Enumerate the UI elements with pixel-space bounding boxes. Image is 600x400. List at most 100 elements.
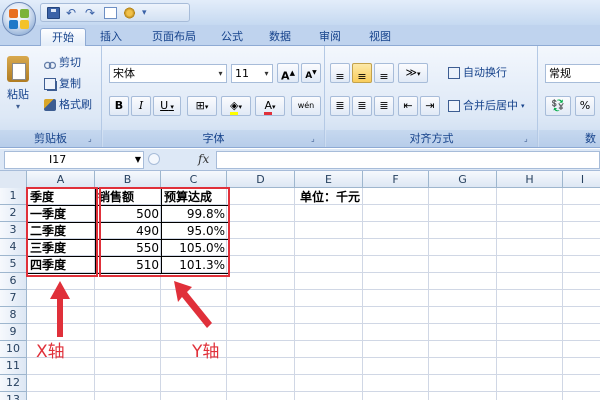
chevron-down-icon: ▾ [272, 103, 276, 111]
row-header-13[interactable]: 13 [0, 392, 27, 400]
cell-sales[interactable]: 550 [96, 240, 161, 256]
save-icon[interactable] [47, 6, 60, 19]
align-bottom-button[interactable]: ≡ [374, 63, 394, 83]
align-middle-button[interactable]: ≡ [352, 63, 372, 83]
tab-insert[interactable]: 插入 [93, 28, 129, 46]
column-header-e[interactable]: E [295, 171, 363, 188]
row-header-10[interactable]: 10 [0, 341, 27, 358]
shrink-font-button[interactable]: A▼ [301, 63, 321, 83]
grow-font-button[interactable]: A▲ [277, 63, 299, 83]
number-format-select[interactable]: 常规 [545, 64, 600, 83]
borders-button[interactable]: ⊞▾ [187, 96, 217, 116]
decrease-indent-button[interactable]: ⇤ [398, 96, 418, 116]
phonetic-guide-button[interactable]: wén [291, 96, 321, 116]
insert-function-button[interactable]: fx [198, 152, 209, 166]
dialog-launcher-icon[interactable]: ⌟ [311, 134, 321, 144]
row-header-2[interactable]: 2 [0, 205, 27, 222]
merge-center-button[interactable]: 合并后居中 ▾ [448, 98, 525, 114]
row-header-8[interactable]: 8 [0, 307, 27, 324]
copy-button[interactable]: 复制 [44, 76, 81, 92]
italic-button[interactable]: I [131, 96, 151, 116]
unit-note-cell[interactable]: 单位：千元 [298, 189, 388, 205]
customize-icon[interactable] [123, 6, 136, 19]
increase-indent-button[interactable]: ⇥ [420, 96, 440, 116]
grid-line [562, 188, 563, 400]
column-header-b[interactable]: B [95, 171, 161, 188]
cell-season[interactable]: 四季度 [28, 257, 95, 273]
cell-budget[interactable]: 99.8% [162, 206, 227, 222]
fill-color-button[interactable]: ◈▾ [221, 96, 251, 116]
dialog-launcher-icon[interactable]: ⌟ [524, 134, 534, 144]
new-document-icon[interactable] [104, 6, 117, 19]
name-box[interactable]: I17 ▼ [4, 151, 144, 169]
font-group-label: 字体 [103, 130, 324, 147]
font-color-button[interactable]: A▾ [255, 96, 285, 116]
row-header-6[interactable]: 6 [0, 273, 27, 290]
header-cell-budget[interactable]: 预算达成 [162, 189, 227, 205]
cell-season[interactable]: 三季度 [28, 240, 95, 256]
column-header-g[interactable]: G [429, 171, 497, 188]
border-grid-icon: ⊞ [195, 99, 205, 112]
font-color-label: A [264, 99, 272, 115]
row-header-12[interactable]: 12 [0, 375, 27, 392]
tab-review[interactable]: 审阅 [312, 28, 348, 46]
cancel-circle-icon[interactable] [148, 153, 160, 165]
align-right-icon: ≣ [379, 99, 389, 112]
align-right-button[interactable]: ≣ [374, 96, 394, 116]
wrap-text-button[interactable]: 自动换行 [448, 65, 507, 81]
formula-input[interactable] [216, 151, 600, 169]
percent-style-button[interactable]: % [575, 96, 595, 116]
row-header-1[interactable]: 1 [0, 188, 27, 205]
tab-view[interactable]: 视图 [362, 28, 398, 46]
cut-button[interactable]: 剪切 [44, 55, 81, 71]
worksheet-grid[interactable]: ABCDEFGHI 1 2 3 4 5 6 7 8 9 10 11 12 13 季度 销售额 预算达成 … [0, 171, 600, 400]
row-header-9[interactable]: 9 [0, 324, 27, 341]
format-painter-button[interactable]: 格式刷 [44, 97, 92, 113]
align-top-button[interactable]: ≡ [330, 63, 350, 83]
column-header-a[interactable]: A [27, 171, 95, 188]
font-name-select[interactable]: 宋体 ▾ [109, 64, 227, 83]
redo-icon[interactable]: ↷ [85, 7, 98, 19]
align-center-button[interactable]: ≣ [352, 96, 372, 116]
number-group: 常规 💱 % 数 [539, 46, 600, 147]
paste-button[interactable]: 粘贴 ▾ [4, 56, 32, 122]
tab-data[interactable]: 数据 [262, 28, 298, 46]
row-header-7[interactable]: 7 [0, 290, 27, 307]
tab-formulas[interactable]: 公式 [214, 28, 250, 46]
row-header-5[interactable]: 5 [0, 256, 27, 273]
align-left-button[interactable]: ≣ [330, 96, 350, 116]
font-size-select[interactable]: 11 ▾ [231, 64, 273, 83]
scissors-icon [44, 57, 56, 69]
row-header-3[interactable]: 3 [0, 222, 27, 239]
orientation-button[interactable]: ≫▾ [398, 63, 428, 83]
cell-sales[interactable]: 500 [96, 206, 161, 222]
tab-home[interactable]: 开始 [40, 28, 86, 47]
column-header-i[interactable]: I [563, 171, 600, 188]
select-all-corner[interactable] [0, 171, 27, 188]
cell-budget[interactable]: 101.3% [162, 257, 227, 273]
tab-page-layout[interactable]: 页面布局 [144, 28, 204, 46]
bold-button[interactable]: B [109, 96, 129, 116]
cell-budget[interactable]: 105.0% [162, 240, 227, 256]
column-header-d[interactable]: D [227, 171, 295, 188]
formula-controls: fx [146, 151, 216, 169]
header-cell-sales[interactable]: 销售额 [96, 189, 161, 205]
header-cell-season[interactable]: 季度 [28, 189, 95, 205]
cell-sales[interactable]: 490 [96, 223, 161, 239]
cell-budget[interactable]: 95.0% [162, 223, 227, 239]
undo-icon[interactable]: ↶ [66, 7, 79, 19]
office-button[interactable] [2, 2, 36, 36]
accounting-format-button[interactable]: 💱 [545, 96, 571, 116]
dialog-launcher-icon[interactable]: ⌟ [88, 134, 98, 144]
cell-sales[interactable]: 510 [96, 257, 161, 273]
wrap-text-label: 自动换行 [463, 66, 507, 79]
column-header-h[interactable]: H [497, 171, 563, 188]
cell-season[interactable]: 一季度 [28, 206, 95, 222]
column-header-c[interactable]: C [161, 171, 227, 188]
row-header-4[interactable]: 4 [0, 239, 27, 256]
cell-season[interactable]: 二季度 [28, 223, 95, 239]
chevron-down-icon[interactable]: ▾ [142, 7, 155, 19]
column-header-f[interactable]: F [363, 171, 429, 188]
underline-button[interactable]: U ▾ [153, 96, 181, 116]
row-header-11[interactable]: 11 [0, 358, 27, 375]
